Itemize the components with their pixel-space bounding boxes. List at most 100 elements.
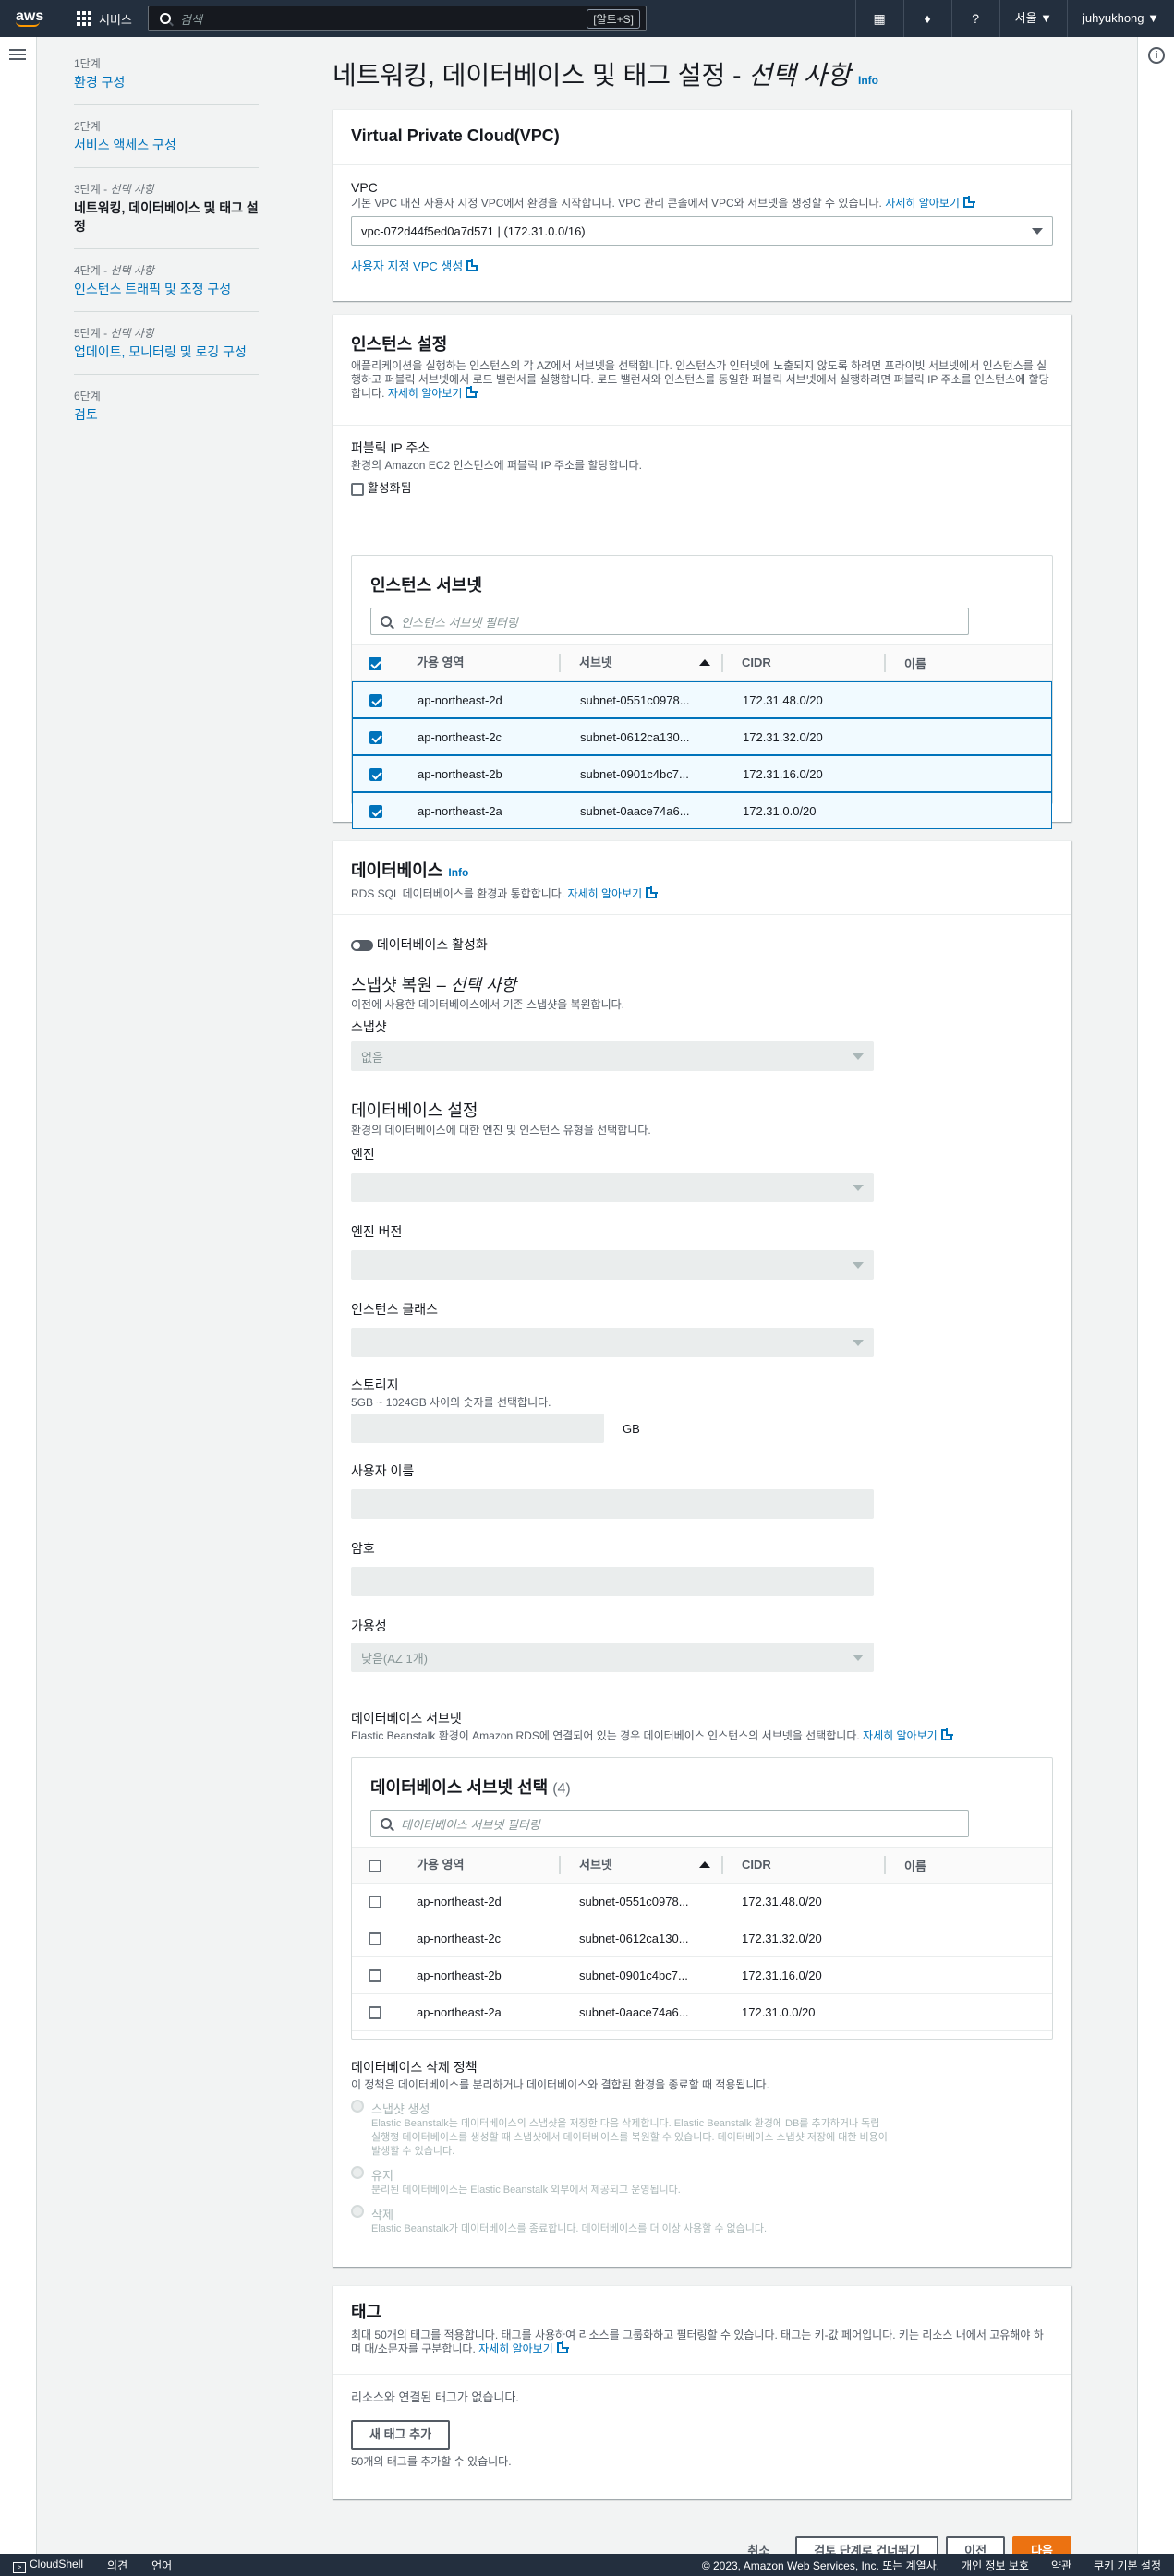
db-settings-description: 환경의 데이터베이스에 대한 엔진 및 인스턴스 유형을 선택합니다. xyxy=(351,1124,651,1137)
add-tag-button[interactable]: 새 태그 추가 xyxy=(351,2420,451,2450)
terminal-icon: > xyxy=(13,2561,26,2573)
filter-placeholder: 데이터베이스 서브넷 필터링 xyxy=(401,1817,540,1832)
cloudshell-link[interactable]: > CloudShell xyxy=(13,2558,83,2573)
table-row[interactable]: ap-northeast-2a subnet-0aace74a6... 172.… xyxy=(352,1994,1052,2031)
table-row[interactable]: ap-northeast-2b subnet-0901c4bc7... 172.… xyxy=(352,1957,1052,1994)
row-checkbox[interactable] xyxy=(369,1896,381,1909)
instance-class-select[interactable] xyxy=(351,1328,874,1357)
retain-radio[interactable] xyxy=(351,2166,364,2179)
step-1: 1단계 환경 구성 xyxy=(74,55,259,105)
availability-select[interactable]: 낮음(AZ 1개) xyxy=(351,1643,874,1672)
snapshot-description: 이전에 사용한 데이터베이스에서 기존 스냅샷을 복원합니다. xyxy=(351,998,625,1011)
deletion-policy-description: 이 정책은 데이터베이스를 분리하거나 데이터베이스와 결합된 환경을 종료할 … xyxy=(351,2078,769,2091)
col-cidr[interactable]: CIDR xyxy=(723,654,886,672)
step-link[interactable]: 업데이트, 모니터링 및 로깅 구성 xyxy=(74,343,259,361)
table-header: 가용 영역 서브넷 CIDR 이름 xyxy=(352,644,1052,681)
storage-input[interactable] xyxy=(351,1414,604,1443)
step-number: 4단계 - xyxy=(74,264,111,277)
cookie-preferences-link[interactable]: 쿠키 기본 설정 xyxy=(1094,2558,1161,2573)
database-enable-toggle[interactable] xyxy=(351,940,373,952)
cloudshell-icon[interactable]: ▦ xyxy=(854,0,903,37)
help-icon[interactable]: ? xyxy=(950,0,999,37)
col-subnet[interactable]: 서브넷 xyxy=(561,654,723,672)
instance-learn-more-link[interactable]: 자세히 알아보기 xyxy=(388,387,463,400)
username-input[interactable] xyxy=(351,1489,874,1519)
engine-version-select[interactable] xyxy=(351,1250,874,1280)
row-checkbox[interactable] xyxy=(369,804,382,818)
row-checkbox[interactable] xyxy=(369,693,382,707)
tags-panel: 태그 최대 50개의 태그를 적용합니다. 태그를 사용하여 리소스를 그룹화하… xyxy=(333,2285,1071,2499)
aws-logo[interactable]: aws xyxy=(16,9,43,27)
table-row[interactable]: ap-northeast-2b subnet-0901c4bc7... 172.… xyxy=(352,755,1052,792)
cell-az: ap-northeast-2b xyxy=(417,1968,502,1982)
step-link[interactable]: 서비스 액세스 구성 xyxy=(74,136,259,154)
info-link[interactable]: Info xyxy=(858,74,878,87)
page-title-text: 네트워킹, 데이터베이스 및 태그 설정 - xyxy=(333,61,749,90)
info-icon[interactable]: i xyxy=(1148,47,1165,64)
cell-cidr: 172.31.48.0/20 xyxy=(743,692,823,707)
create-vpc-link[interactable]: 사용자 지정 VPC 생성 xyxy=(351,259,463,273)
col-name[interactable]: 이름 xyxy=(886,655,1052,672)
step-link[interactable]: 인스턴스 트래픽 및 조정 구성 xyxy=(74,280,259,298)
row-checkbox[interactable] xyxy=(369,767,382,781)
db-subnet-filter[interactable]: 데이터베이스 서브넷 필터링 xyxy=(370,1810,969,1837)
services-label: 서비스 xyxy=(99,12,132,27)
step-number: 1단계 xyxy=(74,57,101,70)
filter-placeholder: 인스턴스 서브넷 필터링 xyxy=(401,615,518,630)
instance-subnet-filter[interactable]: 인스턴스 서브넷 필터링 xyxy=(370,608,969,635)
cloudshell-label: CloudShell xyxy=(30,2557,84,2570)
db-subnets-learn-more-link[interactable]: 자세히 알아보기 xyxy=(863,1729,938,1742)
vpc-learn-more-link[interactable]: 자세히 알아보기 xyxy=(885,197,960,210)
caret-down-icon xyxy=(853,1339,864,1346)
col-subnet[interactable]: 서브넷 xyxy=(561,1856,723,1874)
bell-icon[interactable]: ♦ xyxy=(902,0,951,37)
region-selector[interactable]: 서울 ▼ xyxy=(999,0,1067,37)
search-input[interactable]: 검색 [알트+S] xyxy=(148,6,647,31)
table-row[interactable]: ap-northeast-2d subnet-0551c0978... 172.… xyxy=(352,681,1052,718)
privacy-link[interactable]: 개인 정보 보호 xyxy=(962,2558,1029,2573)
row-checkbox[interactable] xyxy=(369,1932,381,1946)
external-link-icon xyxy=(646,886,659,898)
select-all-checkbox[interactable] xyxy=(369,656,381,670)
right-rail: i xyxy=(1137,37,1174,2554)
col-az[interactable]: 가용 영역 xyxy=(398,654,561,672)
external-link-icon xyxy=(466,386,478,398)
main-content: 네트워킹, 데이터베이스 및 태그 설정 - 선택 사항 Info Virtua… xyxy=(333,37,1071,2566)
database-learn-more-link[interactable]: 자세히 알아보기 xyxy=(568,887,643,900)
snapshot-title-optional: 선택 사항 xyxy=(450,976,517,994)
step-link[interactable]: 환경 구성 xyxy=(74,73,259,91)
instance-settings-panel: 인스턴스 설정 애플리케이션을 실행하는 인스턴스의 각 AZ에서 서브넷을 선… xyxy=(333,314,1071,829)
table-row[interactable]: ap-northeast-2c subnet-0612ca130... 172.… xyxy=(352,718,1052,755)
terms-link[interactable]: 약관 xyxy=(1051,2558,1071,2573)
public-ip-checkbox[interactable] xyxy=(351,482,364,496)
language-link[interactable]: 언어 xyxy=(151,2558,172,2573)
delete-radio[interactable] xyxy=(351,2205,364,2218)
row-checkbox[interactable] xyxy=(369,730,382,744)
step-4: 4단계 - 선택 사항 인스턴스 트래픽 및 조정 구성 xyxy=(74,262,259,312)
step-link[interactable]: 검토 xyxy=(74,405,259,424)
create-snapshot-radio[interactable] xyxy=(351,2100,364,2113)
info-link[interactable]: Info xyxy=(448,866,468,879)
hamburger-menu-icon[interactable] xyxy=(9,46,26,63)
col-cidr[interactable]: CIDR xyxy=(723,1856,886,1874)
snapshot-select[interactable]: 없음 xyxy=(351,1041,874,1071)
row-checkbox[interactable] xyxy=(369,2006,381,2020)
account-menu[interactable]: juhyukhong ▼ xyxy=(1067,0,1174,37)
row-checkbox[interactable] xyxy=(369,1969,381,1983)
vpc-select[interactable]: vpc-072d44f5ed0a7d571 | (172.31.0.0/16) xyxy=(351,216,1053,246)
tags-learn-more-link[interactable]: 자세히 알아보기 xyxy=(478,2342,553,2355)
col-az[interactable]: 가용 영역 xyxy=(398,1856,561,1874)
table-row[interactable]: ap-northeast-2d subnet-0551c0978... 172.… xyxy=(352,1884,1052,1920)
engine-select[interactable] xyxy=(351,1173,874,1202)
feedback-link[interactable]: 의견 xyxy=(107,2558,127,2573)
db-settings-title: 데이터베이스 설정 xyxy=(351,1101,478,1120)
table-row[interactable]: ap-northeast-2c subnet-0612ca130... 172.… xyxy=(352,1920,1052,1957)
password-input[interactable] xyxy=(351,1567,874,1596)
table-row[interactable]: ap-northeast-2a subnet-0aace74a6... 172.… xyxy=(352,792,1052,829)
services-menu[interactable]: 서비스 xyxy=(77,10,132,28)
password-label: 암호 xyxy=(351,1541,375,1556)
select-all-checkbox[interactable] xyxy=(369,1859,381,1872)
cell-cidr: 172.31.32.0/20 xyxy=(742,1932,822,1945)
col-name[interactable]: 이름 xyxy=(886,1857,1052,1874)
table-header: 가용 영역 서브넷 CIDR 이름 xyxy=(352,1847,1052,1884)
